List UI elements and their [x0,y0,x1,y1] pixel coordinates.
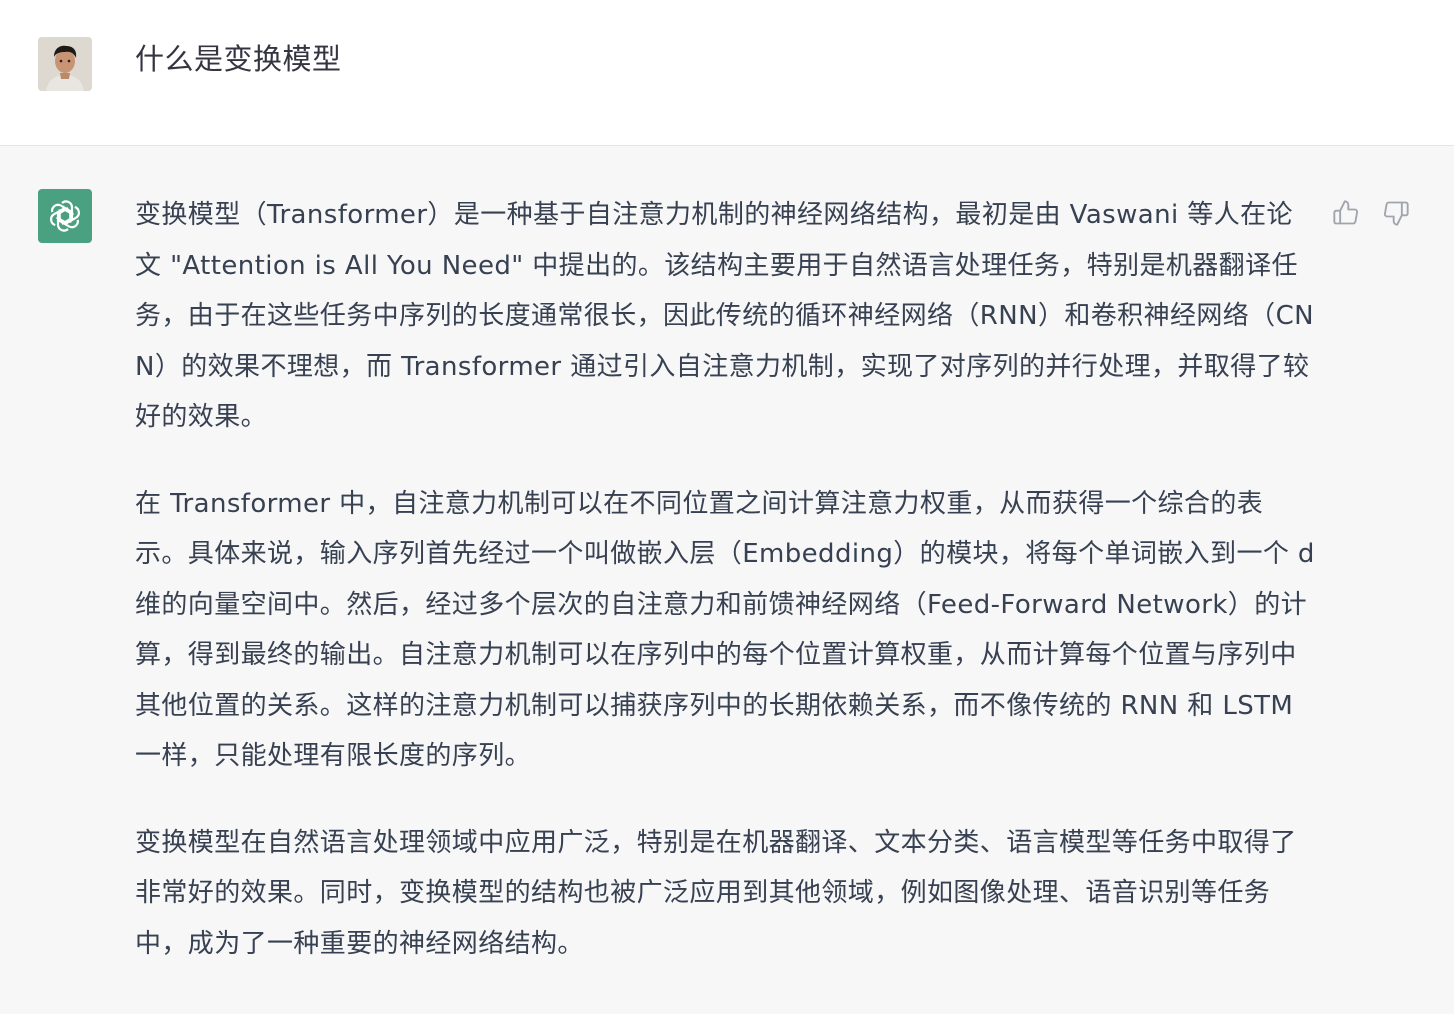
user-message-text: 什么是变换模型 [135,42,342,76]
assistant-message-text: 变换模型（Transformer）是一种基于自注意力机制的神经网络结构，最初是由… [135,190,1315,1005]
assistant-avatar [38,189,92,243]
user-avatar [38,37,92,91]
answer-paragraph-2: 在 Transformer 中，自注意力机制可以在不同位置之间计算注意力权重，从… [135,488,1315,772]
user-avatar-image [38,37,92,91]
thumbs-down-icon [1383,201,1409,226]
openai-logo-icon [50,200,80,232]
answer-paragraph-1: 变换模型（Transformer）是一种基于自注意力机制的神经网络结构，最初是由… [135,200,1314,432]
answer-paragraph-3: 变换模型在自然语言处理领域中应用广泛，特别是在机器翻译、文本分类、语言模型等任务… [135,827,1297,959]
thumbs-down-button[interactable] [1381,198,1411,228]
thumbs-up-button[interactable] [1331,198,1361,228]
user-message-row: 什么是变换模型 [0,0,1454,146]
thumbs-up-icon [1333,200,1359,225]
assistant-message-row: 变换模型（Transformer）是一种基于自注意力机制的神经网络结构，最初是由… [0,146,1454,1014]
